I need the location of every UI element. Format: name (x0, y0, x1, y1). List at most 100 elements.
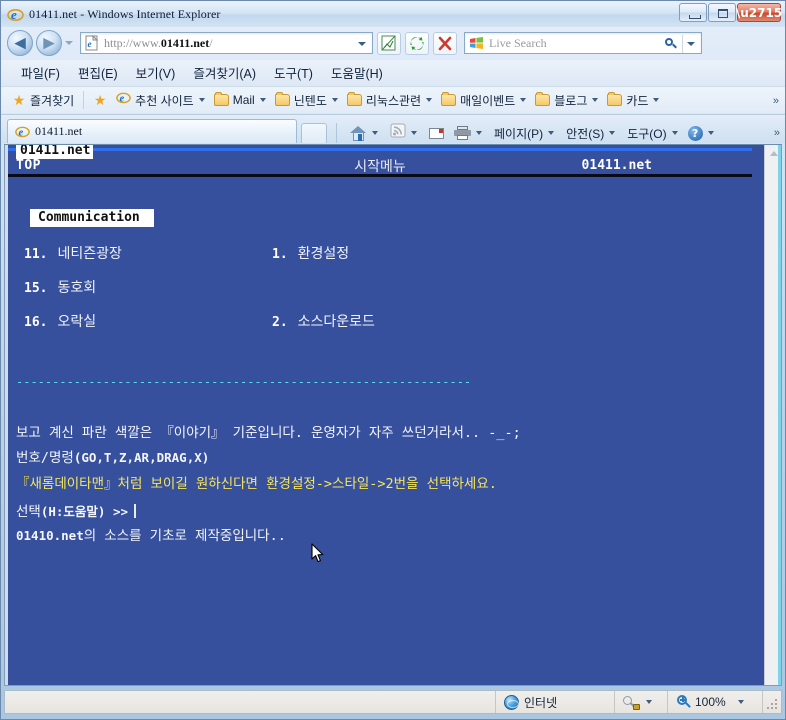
page-menu-button[interactable]: 페이지(P) (494, 125, 555, 142)
tools-menu-button[interactable]: 도구(O) (627, 125, 678, 142)
minimize-button[interactable] (679, 3, 707, 22)
menu-file[interactable]: 파일(F) (21, 63, 60, 82)
resize-grip-cell[interactable] (762, 691, 781, 713)
close-button[interactable]: \u2715 (736, 3, 782, 22)
address-text: http://www.01411.net/ (104, 35, 213, 50)
feeds-button[interactable] (390, 123, 417, 143)
status-zone-cell[interactable]: 인터넷 (495, 691, 614, 713)
svg-text:e: e (11, 7, 17, 22)
search-placeholder: Live Search (489, 35, 547, 50)
help-icon: ? (687, 125, 703, 141)
chevron-down-icon[interactable] (646, 700, 652, 704)
prompt-line-2[interactable]: 선택(H:도움말) >> (16, 503, 209, 521)
chevron-down-icon (65, 41, 73, 45)
search-provider-dropdown-icon[interactable] (687, 42, 695, 46)
favorites-item-nintendo[interactable]: 닌텐도 (274, 92, 338, 109)
menu-number: 15. (24, 281, 48, 296)
menu-left-item-3[interactable]: 16. 오락실 (24, 311, 96, 331)
favorites-item-linux[interactable]: 리눅스관련 (346, 92, 433, 109)
zoom-level-cell[interactable]: 100% (667, 691, 762, 713)
menu-right-item-2[interactable]: 2. 소스다운로드 (272, 311, 375, 331)
back-button[interactable]: ◀ (7, 30, 33, 56)
safety-menu-label: 안전(S) (566, 126, 605, 141)
recent-pages-button[interactable] (62, 30, 76, 56)
ie-logo-icon: e (7, 6, 24, 23)
title-bar[interactable]: e 01411.net - Windows Internet Explorer … (1, 1, 785, 27)
favorites-item-blog[interactable]: 블로그 (535, 92, 599, 109)
compatibility-view-button[interactable] (377, 31, 401, 55)
chevron-down-icon[interactable] (548, 131, 555, 135)
forward-button[interactable]: ▶ (36, 30, 62, 56)
add-to-favorites-bar-button[interactable]: ★ (93, 93, 107, 107)
status-message-area (5, 691, 495, 713)
favorites-item-mail-event[interactable]: 매일이벤트 (441, 92, 527, 109)
chevron-down-icon[interactable] (671, 131, 678, 135)
chevron-down-icon[interactable] (592, 98, 599, 102)
favorites-item-card[interactable]: 카드 (607, 92, 660, 109)
header-black-rule (8, 174, 752, 177)
tools-menu-label: 도구(O) (627, 126, 667, 141)
stop-button[interactable] (433, 31, 457, 55)
address-dropdown-icon[interactable] (358, 42, 366, 46)
resize-grip-icon (767, 699, 778, 710)
refresh-button[interactable] (405, 31, 429, 55)
prompt-line-1-commands: (GO,T,Z,AR,DRAG,X) (73, 450, 210, 465)
search-input[interactable]: Live Search (464, 32, 702, 54)
menu-bar: 파일(F) 편집(E) 보기(V) 즐겨찾기(A) 도구(T) 도움말(H) (1, 60, 785, 84)
chevron-down-icon[interactable] (520, 98, 527, 102)
menu-right-item-1[interactable]: 1. 환경설정 (272, 243, 349, 263)
command-prompt-block: 번호/명령(GO,T,Z,AR,DRAG,X) 선택(H:도움말) >> (16, 413, 209, 557)
mail-icon (429, 127, 444, 139)
chevron-down-icon[interactable] (476, 131, 482, 135)
chevron-down-icon[interactable] (707, 131, 714, 135)
protected-mode-cell[interactable] (614, 691, 667, 713)
search-icon[interactable] (663, 36, 679, 52)
chevron-down-icon[interactable] (372, 131, 378, 135)
menu-view[interactable]: 보기(V) (136, 63, 176, 82)
read-mail-button[interactable] (429, 127, 444, 139)
menu-edit[interactable]: 편집(E) (78, 63, 118, 82)
menu-label: 동호회 (57, 280, 97, 296)
favorites-bar: ★ 즐겨찾기 ★ e 추천 사이트 Mail 닌텐도 리눅스관련 매일이벤트 블… (1, 86, 785, 113)
chevron-down-icon[interactable] (737, 700, 744, 704)
command-bar-overflow-button[interactable]: » (774, 127, 780, 139)
chevron-down-icon[interactable] (331, 98, 338, 102)
menu-number: 1. (272, 247, 288, 262)
chevron-down-icon[interactable] (259, 98, 266, 102)
prompt-line-1-ko: 번호/명령 (16, 450, 74, 466)
chevron-down-icon[interactable] (653, 98, 660, 102)
ie-logo-icon: e (116, 90, 131, 110)
menu-label: 소스다운로드 (297, 314, 375, 330)
page-viewport: 01411.net TOP 시작메뉴 01411.net Communicati… (4, 144, 782, 686)
back-arrow-icon: ◀ (14, 33, 26, 52)
tab-01411[interactable]: e 01411.net (7, 119, 297, 143)
menu-left-item-2[interactable]: 15. 동호회 (24, 277, 96, 297)
menu-left-item-1[interactable]: 11. 네티즌광장 (24, 243, 122, 263)
address-bar[interactable]: e http://www.01411.net/ (80, 32, 373, 54)
forward-arrow-icon: ▶ (43, 33, 55, 52)
chevron-down-icon[interactable] (411, 131, 417, 135)
favorites-center-button[interactable]: ★ 즐겨찾기 (12, 92, 74, 109)
chevron-down-icon[interactable] (198, 98, 205, 102)
menu-help[interactable]: 도움말(H) (331, 63, 383, 82)
print-button[interactable] (454, 126, 482, 140)
favorites-overflow-button[interactable]: » (773, 95, 779, 107)
header-right-site: 01411.net (581, 158, 652, 173)
safety-menu-button[interactable]: 안전(S) (566, 125, 616, 142)
favorites-item-mail[interactable]: Mail (213, 92, 266, 107)
maximize-button[interactable] (708, 3, 736, 22)
status-bar: 인터넷 100% (4, 690, 782, 714)
help-menu-button[interactable]: ? (687, 125, 714, 141)
windows-logo-icon (469, 36, 484, 50)
favorites-center-label: 즐겨찾기 (30, 93, 75, 108)
new-tab-button[interactable] (301, 123, 327, 143)
menu-tools[interactable]: 도구(T) (274, 63, 313, 82)
home-button[interactable] (350, 125, 378, 141)
home-icon (350, 125, 367, 141)
favorites-item-recommended-sites[interactable]: e 추천 사이트 (116, 90, 205, 110)
chevron-down-icon[interactable] (609, 131, 616, 135)
page-content[interactable]: 01411.net TOP 시작메뉴 01411.net Communicati… (5, 145, 764, 685)
folder-icon (346, 92, 362, 106)
menu-favorites[interactable]: 즐겨찾기(A) (193, 63, 256, 82)
chevron-down-icon[interactable] (426, 98, 433, 102)
